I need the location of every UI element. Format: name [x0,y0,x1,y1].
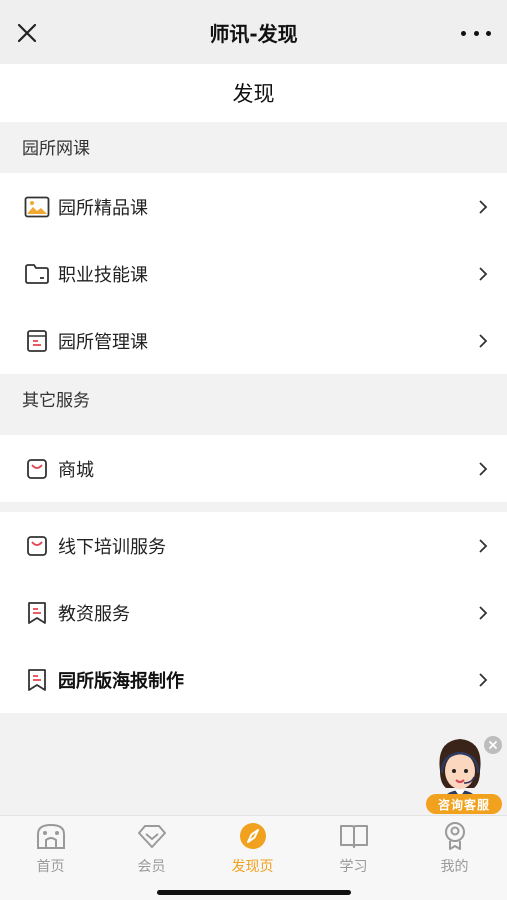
book-icon [338,820,370,852]
list-item-label: 园所管理课 [58,331,148,353]
tab-membership[interactable]: 会员 [101,820,202,880]
folder-icon [24,261,50,287]
more-services-list: 线下培训服务 教资服务 园所版海报制作 [0,512,507,713]
tab-label: 我的 [440,859,469,875]
chevron-right-icon [479,333,488,348]
list-item-label: 园所精品课 [58,197,148,219]
list-item-label: 教资服务 [58,603,130,625]
close-widget-icon[interactable] [484,736,502,754]
tab-label: 发现页 [231,859,274,875]
list-item-teacher-cert[interactable]: 教资服务 [0,579,507,646]
list-item-skills-course[interactable]: 职业技能课 [0,240,507,307]
tab-label: 会员 [137,859,166,875]
profile-icon [439,820,471,852]
chevron-right-icon [479,538,488,553]
section-header-other-services: 其它服务 [0,374,507,422]
bottom-tab-bar: 首页 会员 发现页 学习 我的 [0,815,507,900]
chevron-right-icon [479,199,488,214]
list-item-label: 园所版海报制作 [58,670,184,692]
list-item-featured-course[interactable]: 园所精品课 [0,173,507,240]
list-item-management-course[interactable]: 园所管理课 [0,307,507,374]
shopping-bag-icon [24,533,50,559]
tab-study[interactable]: 学习 [303,820,404,880]
list-item-mall[interactable]: 商城 [0,435,507,502]
section-header-online-courses: 园所网课 [0,122,507,170]
chevron-right-icon [479,605,488,620]
list-item-label: 线下培训服务 [58,536,166,558]
other-services-list: 商城 [0,435,507,502]
document-icon [24,328,50,354]
shopping-bag-icon [24,456,50,482]
list-item-label: 商城 [58,459,94,481]
tab-label: 学习 [339,859,368,875]
page-title: 发现 [0,64,507,122]
list-item-poster-making[interactable]: 园所版海报制作 [0,646,507,713]
chevron-right-icon [479,461,488,476]
more-options-icon[interactable] [461,22,491,44]
chevron-right-icon [479,266,488,281]
customer-service-label: 咨询客服 [426,794,502,814]
customer-service-widget[interactable]: 咨询客服 [422,733,504,815]
chevron-right-icon [479,672,488,687]
list-item-offline-training[interactable]: 线下培训服务 [0,512,507,579]
bookmark-icon [24,600,50,626]
online-courses-list: 园所精品课 职业技能课 园所管理课 [0,173,507,374]
bookmark-icon [24,667,50,693]
tab-home[interactable]: 首页 [0,820,101,880]
close-icon[interactable] [16,22,38,44]
home-indicator [157,890,351,895]
list-item-label: 职业技能课 [58,264,148,286]
diamond-icon [136,820,168,852]
top-nav-bar: 师讯-发现 [0,0,507,64]
window-title: 师讯-发现 [209,21,298,46]
tab-label: 首页 [36,859,65,875]
tab-discover[interactable]: 发现页 [202,820,303,880]
image-icon [24,194,50,220]
home-icon [35,820,67,852]
tab-profile[interactable]: 我的 [404,820,505,880]
compass-icon [237,820,269,852]
